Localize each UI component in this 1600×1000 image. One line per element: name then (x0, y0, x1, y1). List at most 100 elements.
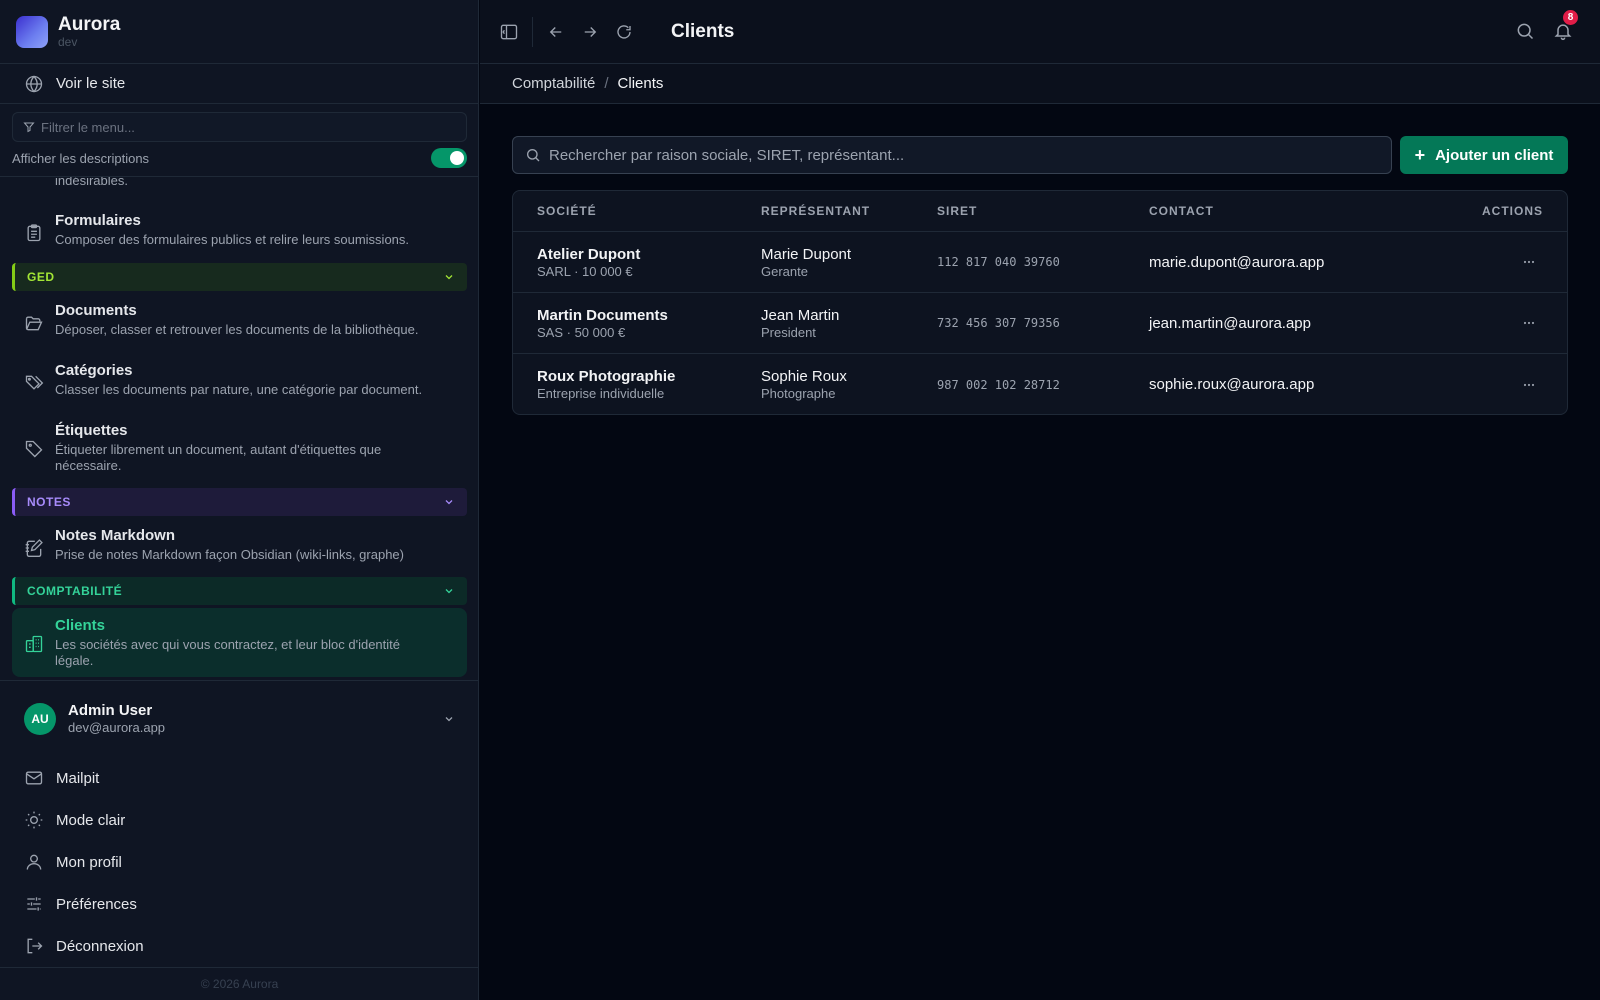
section-header-notes[interactable]: NOTES (12, 488, 467, 516)
tag-icon (24, 439, 44, 459)
descriptions-toggle-row: Afficher les descriptions (12, 148, 467, 168)
nav-item-categories[interactable]: Catégories Classer les documents par nat… (12, 353, 467, 406)
profile-label: Mon profil (56, 853, 122, 871)
table-header: SOCIÉTÉ REPRÉSENTANT SIRET CONTACT ACTIO… (513, 191, 1567, 232)
notification-badge: 8 (1563, 10, 1578, 25)
brand-env: dev (58, 34, 78, 49)
search-button[interactable] (1508, 14, 1542, 48)
table-row[interactable]: Roux Photographie Entreprise individuell… (513, 354, 1567, 414)
nav-item-desc: Classer les documents par nature, une ca… (55, 382, 423, 397)
search-icon (1515, 21, 1535, 41)
topbar-separator (532, 16, 533, 47)
nav-item-desc: Étiqueter librement un document, autant … (55, 442, 382, 473)
chevron-down-icon (443, 585, 455, 597)
refresh-icon (615, 23, 633, 41)
header-siret[interactable]: SIRET (937, 204, 977, 218)
toggle-sidebar-button[interactable] (492, 15, 526, 49)
section-label: NOTES (27, 495, 71, 509)
add-client-button[interactable]: + Ajouter un client (1400, 136, 1568, 174)
chevron-down-icon (443, 271, 455, 283)
more-horizontal-icon (1521, 377, 1537, 393)
building-icon (24, 634, 44, 654)
tags-icon (24, 373, 44, 393)
descriptions-toggle[interactable] (431, 148, 467, 168)
header-representative[interactable]: REPRÉSENTANT (761, 204, 870, 218)
nav-item-title: Documents (55, 302, 137, 319)
topbar: Clients 8 (480, 0, 1600, 64)
contact-email[interactable]: marie.dupont@aurora.app (1149, 254, 1324, 271)
client-search-input[interactable] (549, 146, 1369, 164)
company-details: Entreprise individuelle (537, 386, 665, 401)
descriptions-toggle-label: Afficher les descriptions (12, 150, 150, 166)
menu-filter[interactable] (12, 112, 467, 142)
light-mode-toggle[interactable]: Mode clair (0, 799, 479, 841)
nav-item-title: Étiquettes (55, 422, 128, 439)
nav-item-clients[interactable]: Clients Les sociétés avec qui vous contr… (12, 608, 467, 677)
view-site-link[interactable]: Voir le site (0, 64, 478, 104)
notebook-pen-icon (24, 538, 44, 558)
row-actions-button[interactable] (1515, 309, 1543, 337)
preferences-link[interactable]: Préférences (0, 883, 479, 925)
page-title: Clients (671, 20, 735, 42)
breadcrumb-parent[interactable]: Comptabilité (512, 75, 595, 92)
siret-value: 732 456 307 79356 (937, 316, 1060, 330)
nav-item-title: Clients (55, 617, 106, 634)
refresh-button[interactable] (607, 15, 641, 49)
nav-item-desc: Composer des formulaires publics et reli… (55, 232, 410, 247)
clients-table: SOCIÉTÉ REPRÉSENTANT SIRET CONTACT ACTIO… (512, 190, 1568, 415)
header-company[interactable]: SOCIÉTÉ (537, 204, 597, 218)
sun-icon (24, 810, 44, 830)
representative-role: Photographe (761, 386, 836, 401)
representative-role: Gerante (761, 263, 808, 279)
forward-button[interactable] (573, 15, 607, 49)
contact-email[interactable]: sophie.roux@aurora.app (1149, 376, 1314, 393)
client-search[interactable] (512, 136, 1392, 174)
user-menu[interactable]: AU Admin User dev@aurora.app (0, 681, 479, 757)
chevron-down-icon (443, 496, 455, 508)
section-header-ged[interactable]: GED (12, 263, 467, 291)
nav-item-title: Catégories (55, 362, 133, 379)
breadcrumb-current: Clients (617, 75, 664, 92)
globe-icon (24, 74, 44, 94)
add-client-label: Ajouter un client (1435, 146, 1554, 164)
nav-item-formulaires[interactable]: Formulaires Composer des formulaires pub… (12, 203, 467, 256)
more-horizontal-icon (1521, 315, 1537, 331)
table-row[interactable]: Martin Documents SAS · 50 000 € Jean Mar… (513, 293, 1567, 354)
nav-cut-text: indésirables. (55, 177, 128, 188)
nav-item-etiquettes[interactable]: Étiquettes Étiqueter librement un docume… (12, 413, 467, 482)
notifications-button[interactable]: 8 (1546, 10, 1580, 48)
logout-icon (24, 936, 44, 956)
section-header-comptabilite[interactable]: COMPTABILITÉ (12, 577, 467, 605)
company-name: Roux Photographie (537, 368, 676, 385)
company-name: Atelier Dupont (537, 245, 641, 263)
nav-item-desc: Déposer, classer et retrouver les docume… (55, 322, 419, 337)
header-contact[interactable]: CONTACT (1149, 204, 1214, 218)
mail-icon (24, 768, 44, 788)
nav-item-documents[interactable]: Documents Déposer, classer et retrouver … (12, 293, 467, 346)
avatar: AU (24, 703, 56, 735)
profile-link[interactable]: Mon profil (0, 841, 479, 883)
sidebar-footer: © 2026 Aurora (0, 967, 479, 1000)
brand-name: Aurora (58, 13, 121, 35)
breadcrumb: Comptabilité / Clients (480, 64, 1600, 104)
search-icon (525, 147, 541, 163)
section-label: COMPTABILITÉ (27, 584, 123, 598)
nav-list: indésirables. Formulaires Composer des f… (0, 177, 479, 680)
row-actions-button[interactable] (1515, 248, 1543, 276)
nav-item-desc: Prise de notes Markdown façon Obsidian (… (55, 547, 404, 562)
panel-left-icon (499, 22, 519, 42)
table-row[interactable]: Atelier Dupont SARL · 10 000 € Marie Dup… (513, 232, 1567, 293)
representative-name: Jean Martin (761, 306, 840, 324)
brand[interactable]: Aurora dev (0, 0, 478, 64)
mailpit-link[interactable]: Mailpit (0, 757, 479, 799)
user-icon (24, 852, 44, 872)
menu-filter-input[interactable] (41, 119, 441, 135)
logout-link[interactable]: Déconnexion (0, 925, 479, 967)
chevron-down-icon (443, 713, 455, 725)
contact-email[interactable]: jean.martin@aurora.app (1149, 315, 1311, 332)
nav-item-notes-markdown[interactable]: Notes Markdown Prise de notes Markdown f… (12, 518, 467, 571)
row-actions-button[interactable] (1515, 371, 1543, 399)
sliders-icon (24, 894, 44, 914)
back-button[interactable] (539, 15, 573, 49)
brand-logo (16, 15, 48, 48)
